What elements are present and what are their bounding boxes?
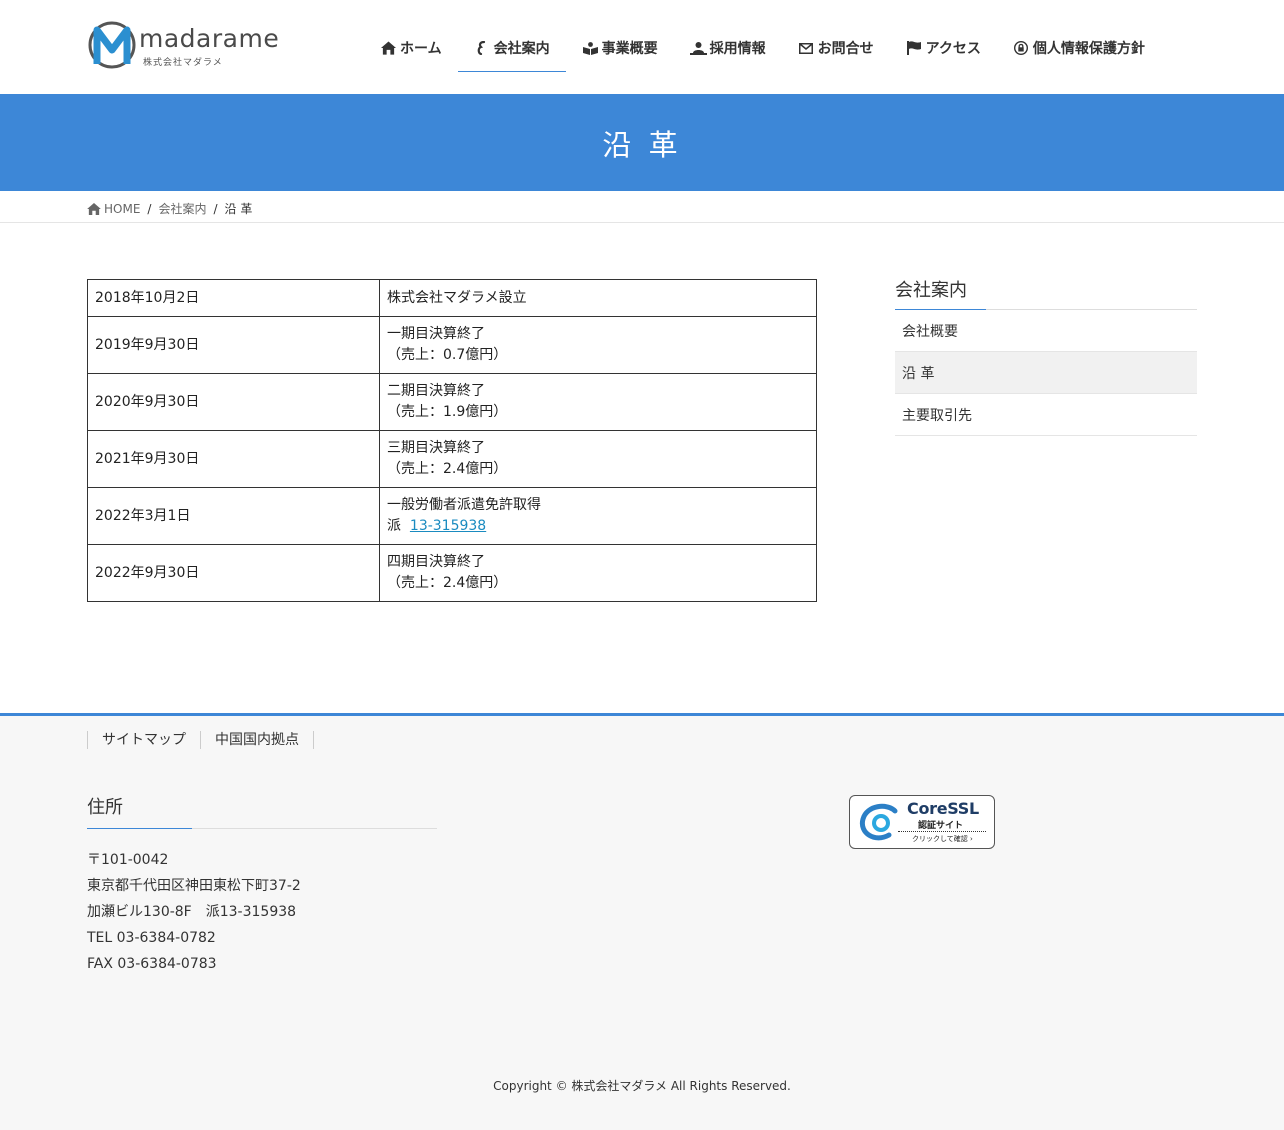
history-date: 2022年3月1日: [87, 487, 380, 545]
history-event-line: 一般労働者派遣免許取得: [387, 497, 541, 513]
nav-item-contact[interactable]: お問合せ: [782, 24, 890, 72]
breadcrumb-current: 沿 革: [224, 202, 253, 216]
book-icon: [582, 40, 599, 57]
history-event: 三期目決算終了 （売上：2.4億円）: [379, 430, 817, 488]
lock-icon: [1013, 40, 1030, 57]
footer-nav-sitemap[interactable]: サイトマップ: [87, 731, 200, 749]
history-event-sales: （売上：2.4億円）: [387, 575, 508, 591]
site-logo[interactable]: madarame 株式会社マダラメ: [87, 20, 279, 70]
history-event-line: 一期目決算終了: [387, 326, 485, 342]
breadcrumb-separator: /: [147, 201, 152, 216]
history-date: 2019年9月30日: [87, 316, 380, 374]
history-date: 2018年10月2日: [87, 279, 380, 317]
history-date: 2022年9月30日: [87, 544, 380, 602]
history-event-sales: （売上：1.9億円）: [387, 404, 508, 420]
ssl-logo-text: CoreSSL: [907, 799, 979, 818]
nav-item-business[interactable]: 事業概要: [566, 24, 674, 72]
logo-subtitle: 株式会社マダラメ: [143, 58, 223, 68]
ssl-divider: [898, 831, 986, 832]
history-event-line: 株式会社マダラメ設立: [387, 289, 527, 306]
page-header: 沿 革: [0, 94, 1284, 191]
global-nav: ホーム 会社案内 事業概要 採用情報 お問合せ アクセス 個人情報保護方針: [364, 24, 1161, 72]
sidebar-item-overview[interactable]: 会社概要: [895, 310, 1197, 352]
breadcrumb-home[interactable]: HOME: [87, 202, 140, 216]
history-event-line: 二期目決算終了: [387, 383, 485, 399]
table-row: 2022年9月30日 四期目決算終了 （売上：2.4億円）: [87, 544, 817, 602]
history-event-sales: （売上：0.7億円）: [387, 347, 508, 363]
nav-label: アクセス: [925, 41, 981, 57]
sidebar-title: 会社案内: [895, 276, 1197, 310]
nav-item-home[interactable]: ホーム: [364, 24, 458, 72]
nav-item-access[interactable]: アクセス: [890, 24, 997, 72]
address-building: 加瀬ビル130-8F 派13-315938: [87, 904, 297, 920]
flag-icon: [906, 40, 923, 57]
history-event: 四期目決算終了 （売上：2.4億円）: [379, 544, 817, 602]
sidebar-list: 会社概要 沿 革 主要取引先: [895, 310, 1197, 436]
address-street: 東京都千代田区神田東松下町37-2: [87, 878, 301, 894]
address-lines: 〒101-0042 東京都千代田区神田東松下町37-2 加瀬ビル130-8F 派…: [87, 847, 437, 977]
footer-nav-china-offices[interactable]: 中国国内拠点: [200, 731, 314, 749]
nav-label: 会社案内: [493, 41, 550, 57]
breadcrumb-separator: /: [213, 201, 218, 216]
envelope-icon: [798, 40, 815, 57]
history-date: 2021年9月30日: [87, 430, 380, 488]
nav-label: ホーム: [400, 41, 442, 57]
table-row: 2018年10月2日 株式会社マダラメ設立: [87, 279, 817, 317]
history-event-line: 四期目決算終了: [387, 554, 485, 570]
table-row: 2020年9月30日 二期目決算終了 （売上：1.9億円）: [87, 373, 817, 431]
nav-label: 事業概要: [601, 41, 658, 57]
address-widget: 住所 〒101-0042 東京都千代田区神田東松下町37-2 加瀬ビル130-8…: [87, 793, 437, 977]
sidebar-item-history[interactable]: 沿 革: [895, 352, 1197, 394]
license-prefix: 派: [387, 518, 401, 534]
nav-label: お問合せ: [817, 41, 874, 57]
address-fax: FAX 03-6384-0783: [87, 956, 217, 972]
address-tel: TEL 03-6384-0782: [87, 930, 216, 946]
nav-item-company[interactable]: 会社案内: [457, 24, 566, 72]
home-icon: [380, 40, 397, 57]
sidebar-item-clients[interactable]: 主要取引先: [895, 394, 1197, 436]
ssl-check-text: クリックして確認 ›: [912, 835, 973, 843]
breadcrumb-parent[interactable]: 会社案内: [158, 200, 206, 217]
nav-item-recruit[interactable]: 採用情報: [674, 24, 782, 72]
nav-label: 個人情報保護方針: [1032, 41, 1145, 57]
history-table: 2018年10月2日 株式会社マダラメ設立 2019年9月30日 一期目決算終了…: [87, 279, 817, 602]
history-event: 一般労働者派遣免許取得派 13-315938: [379, 487, 817, 545]
history-event-line: 三期目決算終了: [387, 440, 485, 456]
ssl-seal[interactable]: CoreSSL 認証サイト クリックして確認 ›: [849, 795, 995, 849]
breadcrumb: HOME / 会社案内 / 沿 革: [0, 191, 1284, 223]
history-event: 二期目決算終了 （売上：1.9億円）: [379, 373, 817, 431]
home-icon: [87, 202, 101, 215]
company-icon: [474, 40, 491, 57]
copyright: Copyright © 株式会社マダラメ All Rights Reserved…: [493, 1079, 791, 1093]
logo-wordmark: madarame: [139, 24, 280, 53]
history-event-sales: （売上：2.4億円）: [387, 461, 508, 477]
history-event: 一期目決算終了 （売上：0.7億円）: [379, 316, 817, 374]
address-postal: 〒101-0042: [87, 852, 169, 868]
address-title: 住所: [87, 793, 437, 829]
table-row: 2021年9月30日 三期目決算終了 （売上：2.4億円）: [87, 430, 817, 488]
breadcrumb-home-label: HOME: [104, 201, 141, 216]
recruit-icon: [689, 40, 707, 57]
license-number-link[interactable]: 13-315938: [410, 518, 486, 534]
nav-item-privacy[interactable]: 個人情報保護方針: [997, 24, 1161, 72]
table-row: 2019年9月30日 一期目決算終了 （売上：0.7億円）: [87, 316, 817, 374]
table-row: 2022年3月1日 一般労働者派遣免許取得派 13-315938: [87, 487, 817, 545]
ssl-sub-text: 認証サイト: [918, 821, 964, 831]
site-footer: サイトマップ 中国国内拠点 住所 〒101-0042 東京都千代田区神田東松下町…: [0, 713, 1284, 1130]
site-header: madarame 株式会社マダラメ ホーム 会社案内 事業概要 採用情報 お問合…: [0, 0, 1284, 94]
sidebar: 会社案内 会社概要 沿 革 主要取引先: [895, 276, 1197, 436]
logo-mark-icon: [88, 21, 136, 69]
ssl-emblem-icon: [859, 803, 898, 841]
history-event: 株式会社マダラメ設立: [379, 279, 817, 317]
page-title: 沿 革: [602, 127, 682, 162]
footer-nav: サイトマップ 中国国内拠点: [87, 731, 314, 749]
nav-label: 採用情報: [709, 41, 766, 57]
history-date: 2020年9月30日: [87, 373, 380, 431]
